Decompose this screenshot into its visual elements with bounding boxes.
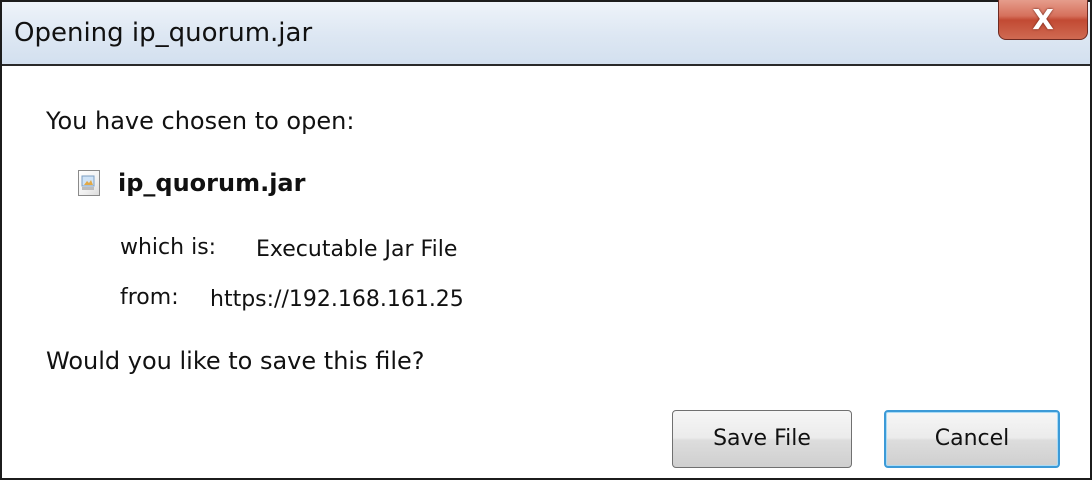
window-title: Opening ip_quorum.jar <box>14 18 313 48</box>
file-type-value: Executable Jar File <box>256 237 458 262</box>
save-question: Would you like to save this file? <box>46 347 425 375</box>
file-source-label: from: <box>120 285 179 310</box>
download-dialog: Opening ip_quorum.jar X You have chosen … <box>0 0 1092 480</box>
close-button[interactable]: X <box>998 0 1088 40</box>
save-file-button[interactable]: Save File <box>672 410 852 468</box>
title-bar[interactable]: Opening ip_quorum.jar X <box>2 0 1090 66</box>
file-icon <box>78 170 100 196</box>
open-prompt: You have chosen to open: <box>46 107 355 135</box>
file-name: ip_quorum.jar <box>118 169 306 197</box>
close-icon: X <box>1032 3 1054 36</box>
dialog-content: You have chosen to open: ip_quorum.jar w… <box>2 66 1090 478</box>
cancel-button[interactable]: Cancel <box>884 410 1060 468</box>
file-type-label: which is: <box>120 235 217 260</box>
file-source-value: https://192.168.161.25 <box>210 287 464 312</box>
